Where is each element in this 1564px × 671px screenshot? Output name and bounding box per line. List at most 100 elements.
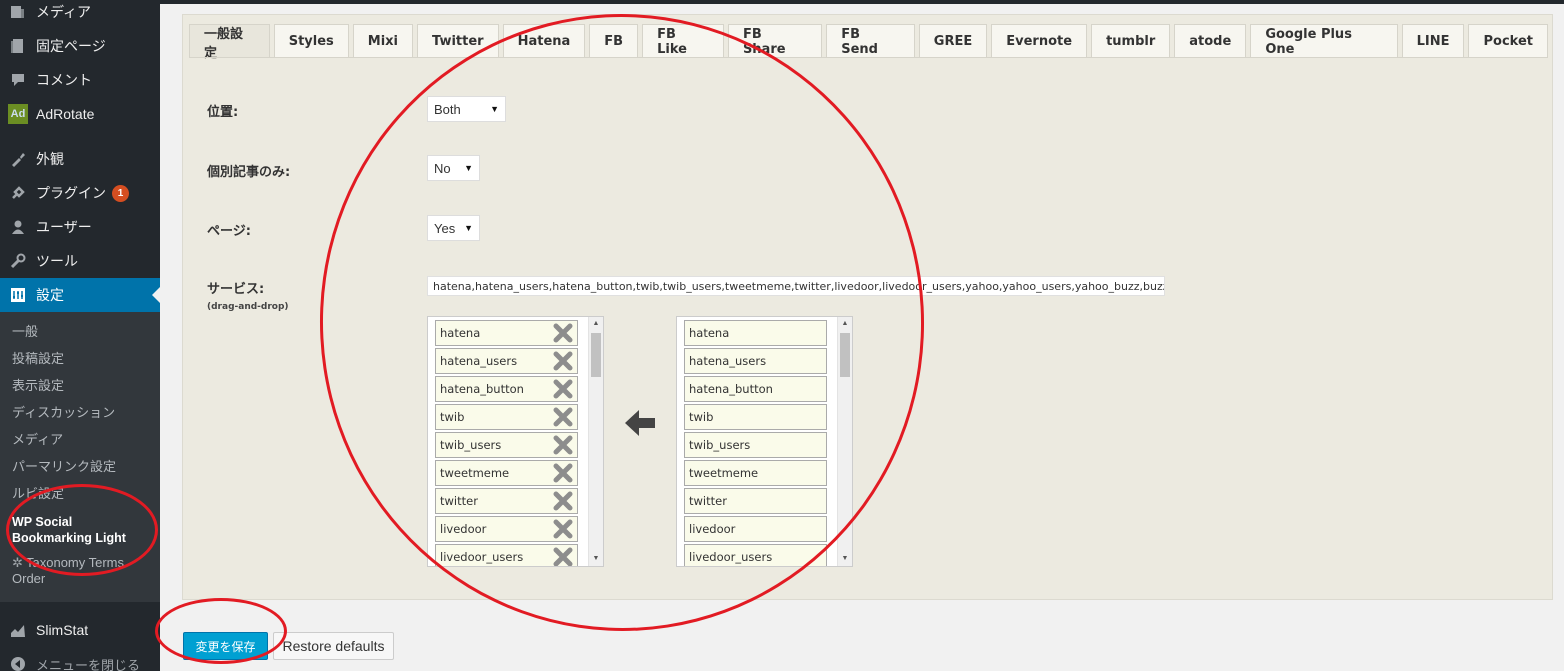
remove-icon[interactable]: [553, 491, 573, 511]
service-item-label: twib: [440, 410, 465, 424]
service-item-label: hatena: [689, 326, 730, 340]
tab-fb-share[interactable]: FB Share: [727, 24, 823, 58]
service-item[interactable]: twib: [435, 404, 578, 430]
taxonomy-icon: ✲: [12, 555, 23, 570]
remove-icon[interactable]: [553, 519, 573, 539]
tab-twitter[interactable]: Twitter: [417, 24, 499, 58]
sidebar-item-label: SlimStat: [36, 622, 89, 638]
scroll-down-icon[interactable]: ▼: [838, 552, 852, 566]
submenu-item-discussion[interactable]: ディスカッション: [12, 405, 115, 421]
chevron-down-icon: ▼: [464, 163, 473, 173]
sidebar-item-comments[interactable]: コメント: [0, 63, 160, 97]
remove-icon[interactable]: [553, 379, 573, 399]
service-item[interactable]: hatena: [684, 320, 827, 346]
remove-icon[interactable]: [553, 323, 573, 343]
submenu-item-media[interactable]: メディア: [12, 432, 63, 448]
tab-fb[interactable]: FB: [589, 24, 639, 58]
remove-icon[interactable]: [553, 351, 573, 371]
sidebar-item-label: ユーザー: [36, 219, 92, 235]
services-input[interactable]: hatena,hatena_users,hatena_button,twib,t…: [427, 276, 1165, 296]
sidebar-item-plugins[interactable]: プラグイン 1: [0, 176, 160, 210]
settings-submenu: 一般 投稿設定 表示設定 ディスカッション メディア パーマリンク設定 ルビ設定…: [0, 312, 160, 602]
service-item[interactable]: livedoor_users: [435, 544, 578, 567]
submenu-item-ruby[interactable]: ルビ設定: [12, 486, 64, 502]
service-item[interactable]: hatena_users: [684, 348, 827, 374]
sidebar-item-pages[interactable]: 固定ページ: [0, 29, 160, 63]
tab-fb-send[interactable]: FB Send: [826, 24, 915, 58]
sidebar-item-adrotate[interactable]: Ad AdRotate: [0, 97, 160, 131]
service-item[interactable]: hatena_button: [684, 376, 827, 402]
tab-atode[interactable]: atode: [1174, 24, 1247, 58]
remove-icon[interactable]: [553, 435, 573, 455]
tab-fb-like[interactable]: FB Like: [642, 24, 724, 58]
service-item[interactable]: livedoor: [684, 516, 827, 542]
service-item[interactable]: hatena_users: [435, 348, 578, 374]
scroll-up-icon[interactable]: ▲: [838, 317, 852, 331]
tab-gree[interactable]: GREE: [918, 24, 988, 58]
tab-pocket[interactable]: Pocket: [1468, 24, 1548, 58]
tab-line[interactable]: LINE: [1401, 24, 1465, 58]
scrollbar[interactable]: ▲ ▼: [837, 317, 852, 566]
scroll-thumb[interactable]: [591, 333, 601, 377]
sidebar-item-media[interactable]: メディア: [0, 0, 160, 29]
submenu-item-writing[interactable]: 投稿設定: [12, 351, 64, 367]
selected-services-list[interactable]: hatena hatena_users hatena_buttontwib twib_…: [427, 316, 604, 567]
remove-icon[interactable]: [553, 463, 573, 483]
settings-panel: 一般設定 Styles Mixi Twitter Hatena FB FB Li…: [182, 14, 1553, 600]
service-item-label: twitter: [689, 494, 727, 508]
service-item[interactable]: livedoor: [435, 516, 578, 542]
service-item[interactable]: tweetmeme: [435, 460, 578, 486]
position-select[interactable]: Both ▼: [427, 96, 506, 122]
sidebar-item-appearance[interactable]: 外観: [0, 142, 160, 176]
service-item-label: livedoor_users: [440, 550, 524, 564]
restore-defaults-button[interactable]: Restore defaults: [273, 632, 394, 660]
sidebar-item-settings[interactable]: 設定: [0, 278, 160, 312]
arrow-left-icon: [623, 408, 657, 443]
slimstat-icon: [0, 622, 36, 638]
remove-icon[interactable]: [553, 407, 573, 427]
tab-tumblr[interactable]: tumblr: [1091, 24, 1171, 58]
sidebar-item-slimstat[interactable]: SlimStat: [0, 613, 160, 647]
scroll-down-icon[interactable]: ▼: [589, 552, 603, 566]
chevron-down-icon: ▼: [464, 223, 473, 233]
remove-icon[interactable]: [553, 547, 573, 567]
service-item[interactable]: twitter: [684, 488, 827, 514]
submenu-item-taxonomy-terms-order[interactable]: ✲ Taxonomy Terms Order: [12, 555, 152, 587]
sidebar-item-users[interactable]: ユーザー: [0, 210, 160, 244]
page-label: ページ:: [207, 224, 251, 239]
service-item[interactable]: hatena_button: [435, 376, 578, 402]
collapse-menu-button[interactable]: メニューを閉じる: [0, 647, 160, 671]
submenu-item-reading[interactable]: 表示設定: [12, 378, 64, 394]
tab-general[interactable]: 一般設定: [189, 24, 270, 61]
sidebar-item-label: メニューを閉じる: [36, 657, 141, 671]
submenu-item-general[interactable]: 一般: [12, 324, 38, 340]
submenu-item-label: Taxonomy Terms Order: [12, 555, 125, 586]
chevron-down-icon: ▼: [490, 104, 499, 114]
single-only-select[interactable]: No ▼: [427, 155, 480, 181]
sidebar-item-label: コメント: [36, 72, 92, 88]
tab-evernote[interactable]: Evernote: [991, 24, 1088, 58]
tab-hatena[interactable]: Hatena: [502, 24, 586, 58]
sidebar-item-tools[interactable]: ツール: [0, 244, 160, 278]
tab-styles[interactable]: Styles: [273, 24, 349, 58]
adrotate-icon: Ad: [8, 104, 28, 124]
service-item[interactable]: twib_users: [684, 432, 827, 458]
tab-mixi[interactable]: Mixi: [352, 24, 414, 58]
submenu-item-permalinks[interactable]: パーマリンク設定: [12, 459, 116, 475]
submenu-item-wp-social-bookmarking-light[interactable]: WP Social Bookmarking Light: [12, 514, 152, 546]
tab-google-plus-one[interactable]: Google Plus One: [1250, 24, 1398, 58]
service-item[interactable]: tweetmeme: [684, 460, 827, 486]
scroll-thumb[interactable]: [840, 333, 850, 377]
service-item-label: livedoor: [440, 522, 487, 536]
service-item[interactable]: hatena: [435, 320, 578, 346]
service-item[interactable]: twib: [684, 404, 827, 430]
service-item[interactable]: livedoor_users: [684, 544, 827, 566]
service-item[interactable]: twib_users: [435, 432, 578, 458]
scroll-up-icon[interactable]: ▲: [589, 317, 603, 331]
service-item[interactable]: twitter: [435, 488, 578, 514]
save-changes-button[interactable]: 変更を保存: [183, 632, 268, 660]
scrollbar[interactable]: ▲ ▼: [588, 317, 603, 566]
update-count-badge: 1: [112, 184, 129, 202]
page-select[interactable]: Yes ▼: [427, 215, 480, 241]
available-services-list[interactable]: hatena hatena_users hatena_button twib twib_…: [676, 316, 853, 567]
